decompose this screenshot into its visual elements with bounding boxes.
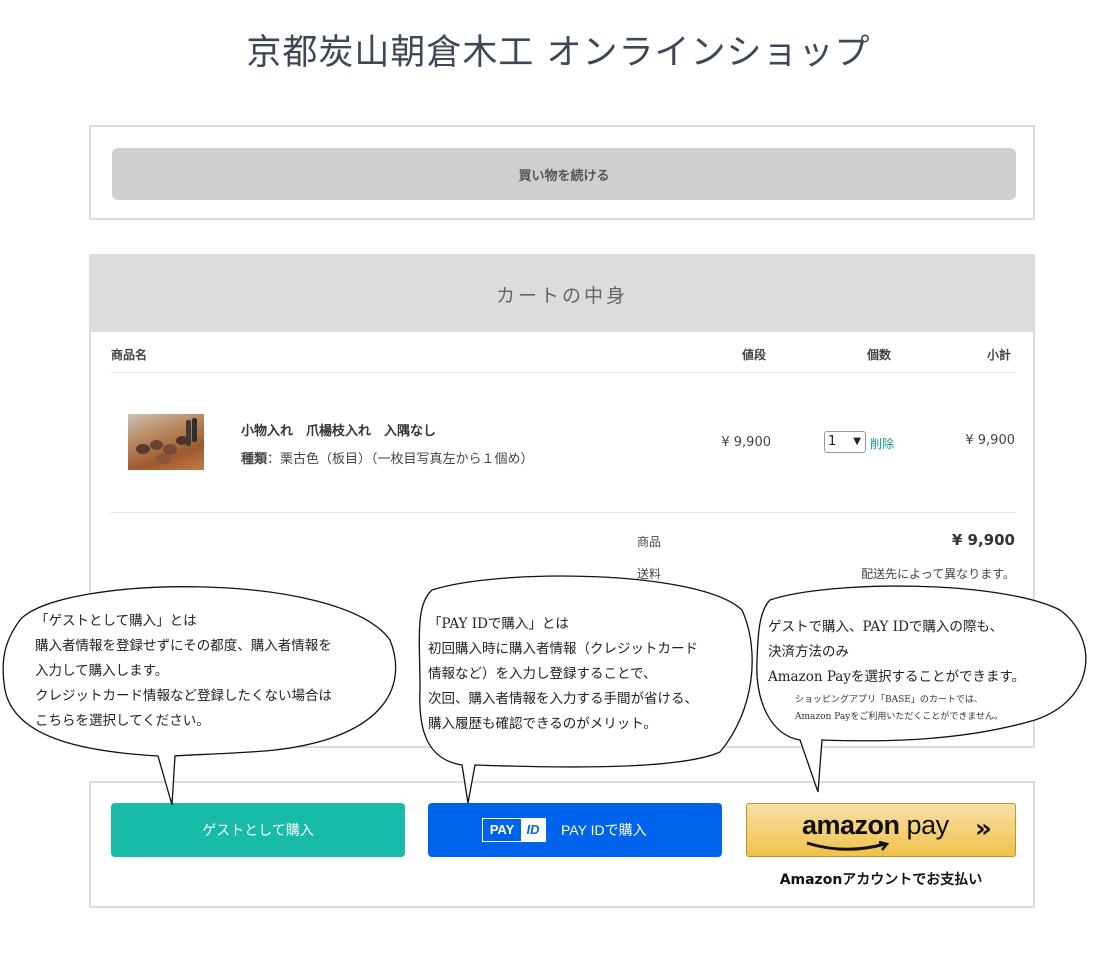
payid-bubble-text: 「PAY IDで購入」とは 初回購入時に購入者情報（クレジットカード 情報など）…: [428, 612, 698, 737]
bubble-line: 情報など）を入力し登録することで、: [428, 666, 657, 682]
amazon-bubble-text: ゲストで購入、PAY IDで購入の際も、 決済方法のみ Amazon Payを選…: [768, 615, 1025, 690]
bubble-line: 購入者情報を登録せずにその都度、購入者情報を: [35, 638, 332, 654]
bubble-line: 購入履歴も確認できるのがメリット。: [428, 716, 657, 732]
amazon-bubble-note: ショッピングアプリ「BASE」のカートでは、 Amazon Payをご利用いただ…: [795, 692, 1003, 726]
bubble-line: 「PAY IDで購入」とは: [428, 616, 569, 632]
speech-bubbles-overlay: [2, 575, 1087, 806]
bubble-line: 決済方法のみ: [768, 644, 849, 660]
bubble-line: 「ゲストとして購入」とは: [35, 613, 197, 629]
bubble-line: Amazon Payを選択することができます。: [768, 669, 1026, 685]
guest-bubble-text: 「ゲストとして購入」とは 購入者情報を登録せずにその都度、購入者情報を 入力して…: [35, 609, 332, 734]
bubble-note-line: ショッピングアプリ「BASE」のカートでは、: [795, 695, 983, 705]
bubble-line: 次回、購入者情報を入力する手間が省ける、: [428, 691, 698, 707]
bubble-note-line: Amazon Payをご利用いただくことができません。: [795, 712, 1004, 722]
bubble-line: 初回購入時に購入者情報（クレジットカード: [428, 641, 698, 657]
bubble-line: 入力して購入します。: [35, 663, 169, 679]
bubble-line: クレジットカード情報など登録したくない場合は: [35, 688, 332, 704]
bubble-line: ゲストで購入、PAY IDで購入の際も、: [768, 619, 1004, 635]
bubble-line: こちらを選択してください。: [35, 713, 210, 729]
